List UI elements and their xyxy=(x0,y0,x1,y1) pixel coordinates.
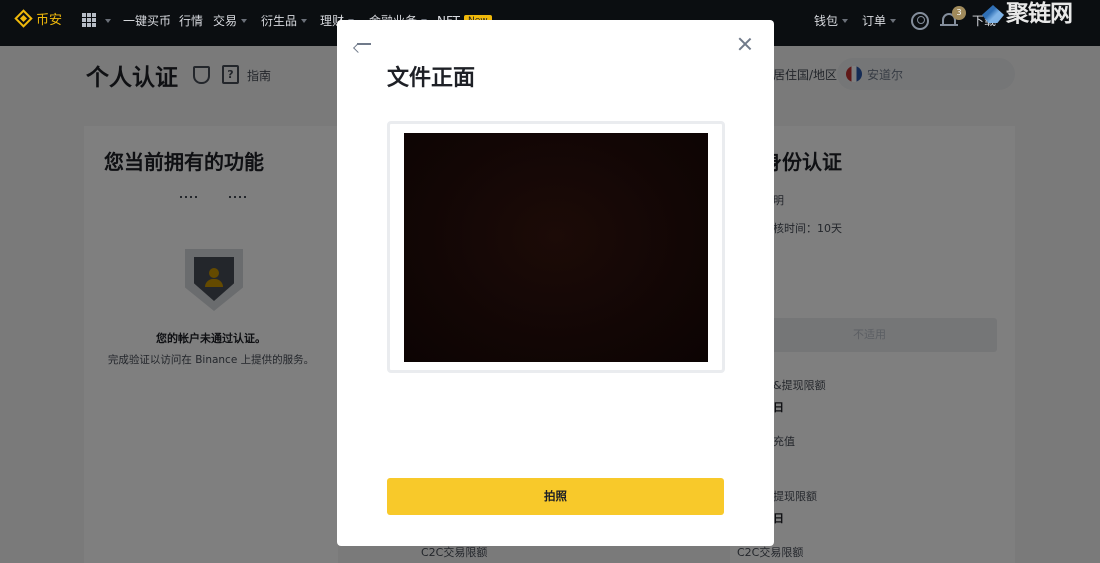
take-photo-button[interactable]: 拍照 xyxy=(387,478,724,515)
chevron-down-icon xyxy=(842,19,849,23)
nav-item-buy-crypto[interactable]: 一键买币 xyxy=(123,0,171,46)
apps-grid-icon[interactable] xyxy=(82,13,96,27)
user-profile-icon[interactable] xyxy=(911,12,929,30)
nav-item-orders[interactable]: 订单 xyxy=(862,0,897,46)
camera-preview xyxy=(404,133,708,362)
chevron-down-icon xyxy=(890,19,897,23)
close-icon[interactable] xyxy=(738,37,752,51)
apps-chevron-down-icon xyxy=(105,19,111,23)
chevron-down-icon xyxy=(301,19,308,23)
nav-item-wallet[interactable]: 钱包 xyxy=(814,0,849,46)
watermark-icon xyxy=(982,5,1004,23)
nav-item-derivatives[interactable]: 衍生品 xyxy=(261,0,308,46)
back-arrow-icon[interactable] xyxy=(353,36,371,53)
brand-name: 币安 xyxy=(36,13,63,28)
camera-preview-frame xyxy=(387,121,725,373)
nav-item-trade[interactable]: 交易 xyxy=(213,0,248,46)
notification-count-badge: 3 xyxy=(952,6,966,20)
nav-item-markets[interactable]: 行情 xyxy=(179,0,203,46)
binance-logo-icon xyxy=(14,9,33,28)
watermark-logo: 聚链网 xyxy=(982,0,1073,30)
modal-title: 文件正面 xyxy=(387,66,476,91)
document-capture-modal: 文件正面 拍照 xyxy=(337,20,774,546)
binance-logo[interactable]: 币安 xyxy=(14,0,63,46)
chevron-down-icon xyxy=(241,19,248,23)
